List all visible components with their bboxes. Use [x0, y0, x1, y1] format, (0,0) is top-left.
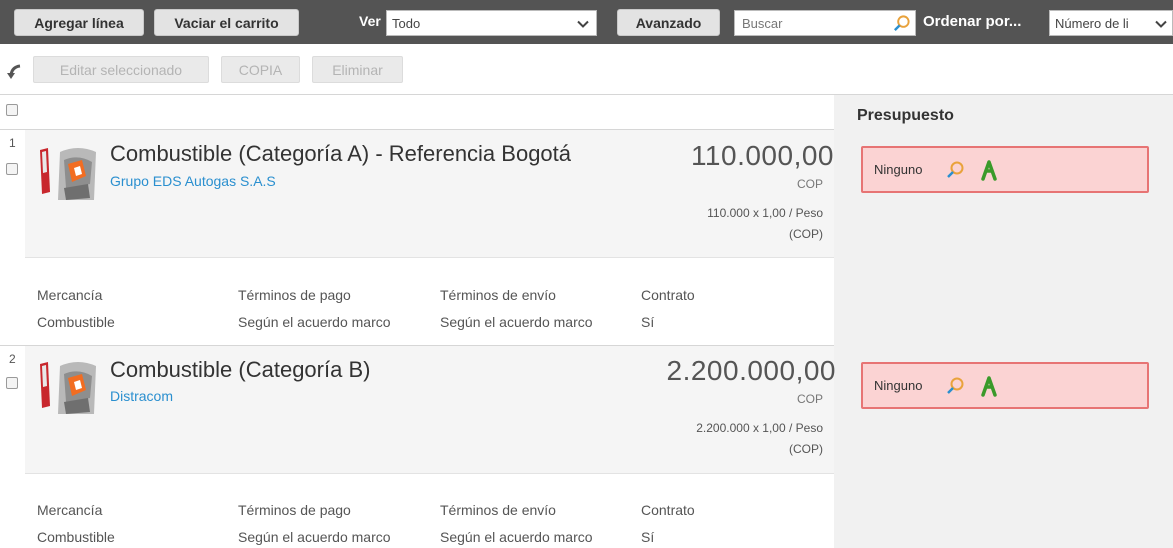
shipping-terms-value: Según el acuerdo marco — [440, 529, 593, 545]
search-input[interactable]: Buscar — [734, 10, 916, 36]
item-price: 110.000,00 — [690, 140, 834, 171]
payment-terms-value: Según el acuerdo marco — [238, 529, 391, 545]
item-currency: COP — [796, 392, 823, 406]
select-all-checkbox[interactable] — [6, 104, 18, 116]
search-placeholder: Buscar — [742, 15, 783, 31]
fuel-product-image — [38, 142, 100, 202]
add-line-button[interactable]: Agregar línea — [14, 9, 144, 36]
price-calculation-line: 110.000 x 1,00 / Peso — [707, 206, 823, 220]
shipping-terms-header: Términos de envío — [440, 287, 556, 303]
item-number: 2 — [9, 352, 16, 366]
item-supplier-link[interactable]: Distracom — [110, 388, 173, 404]
price-calculation-unit: (COP) — [789, 442, 823, 456]
merchandise-header: Mercancía — [37, 502, 103, 518]
budget-field[interactable]: Ninguno — [861, 362, 1149, 409]
view-select[interactable]: Todo — [386, 10, 597, 36]
copy-button[interactable]: COPIA — [221, 56, 300, 83]
payment-terms-header: Términos de pago — [238, 502, 351, 518]
budget-value: Ninguno — [874, 162, 923, 177]
search-icon[interactable] — [945, 376, 965, 396]
search-icon[interactable] — [945, 160, 965, 180]
view-select-value: Todo — [392, 15, 421, 31]
order-by-label: Ordenar por... — [923, 13, 1022, 30]
item-price: 2.200.000,00 — [666, 355, 836, 386]
fuel-product-image — [38, 356, 100, 416]
budget-field[interactable]: Ninguno — [861, 146, 1149, 193]
item-detail-divider — [25, 473, 834, 474]
chevron-down-icon — [1155, 20, 1167, 28]
contract-value: Sí — [641, 529, 655, 545]
item-price-calculation: 110.000 x 1,00 / Peso (COP) — [663, 203, 823, 245]
cart-toolbar: Agregar línea Vaciar el carrito Ver Todo… — [0, 0, 1173, 44]
budget-tree-icon[interactable] — [979, 159, 999, 181]
item-title[interactable]: Combustible (Categoría B) — [110, 357, 370, 383]
item-currency: COP — [796, 177, 823, 191]
back-arrow-icon[interactable] — [6, 63, 24, 81]
contract-header: Contrato — [641, 502, 695, 518]
merchandise-value: Combustible — [37, 314, 115, 330]
edit-selected-button[interactable]: Editar seleccionado — [33, 56, 209, 83]
item-detail-divider — [25, 257, 834, 258]
contract-value: Sí — [641, 314, 655, 330]
item-title[interactable]: Combustible (Categoría A) - Referencia B… — [110, 141, 571, 167]
order-by-select[interactable]: Número de li — [1049, 10, 1173, 36]
merchandise-header: Mercancía — [37, 287, 103, 303]
order-by-value: Número de li — [1055, 15, 1129, 31]
budget-tree-icon[interactable] — [979, 375, 999, 397]
payment-terms-value: Según el acuerdo marco — [238, 314, 391, 330]
price-calculation-line: 2.200.000 x 1,00 / Peso — [696, 421, 823, 435]
shipping-terms-header: Términos de envío — [440, 502, 556, 518]
item-number: 1 — [9, 136, 16, 150]
payment-terms-header: Términos de pago — [238, 287, 351, 303]
item-checkbox[interactable] — [6, 163, 18, 175]
shipping-terms-value: Según el acuerdo marco — [440, 314, 593, 330]
advanced-button[interactable]: Avanzado — [617, 9, 720, 36]
price-calculation-unit: (COP) — [789, 227, 823, 241]
contract-header: Contrato — [641, 287, 695, 303]
budget-value: Ninguno — [874, 378, 923, 393]
search-icon[interactable] — [892, 14, 911, 33]
chevron-down-icon — [577, 20, 589, 28]
delete-button[interactable]: Eliminar — [312, 56, 403, 83]
budget-column-title: Presupuesto — [857, 107, 954, 124]
merchandise-value: Combustible — [37, 529, 115, 545]
item-checkbox[interactable] — [6, 377, 18, 389]
item-supplier-link[interactable]: Grupo EDS Autogas S.A.S — [110, 173, 276, 189]
empty-cart-button[interactable]: Vaciar el carrito — [154, 9, 299, 36]
view-label: Ver — [359, 13, 381, 29]
item-price-calculation: 2.200.000 x 1,00 / Peso (COP) — [663, 418, 823, 460]
